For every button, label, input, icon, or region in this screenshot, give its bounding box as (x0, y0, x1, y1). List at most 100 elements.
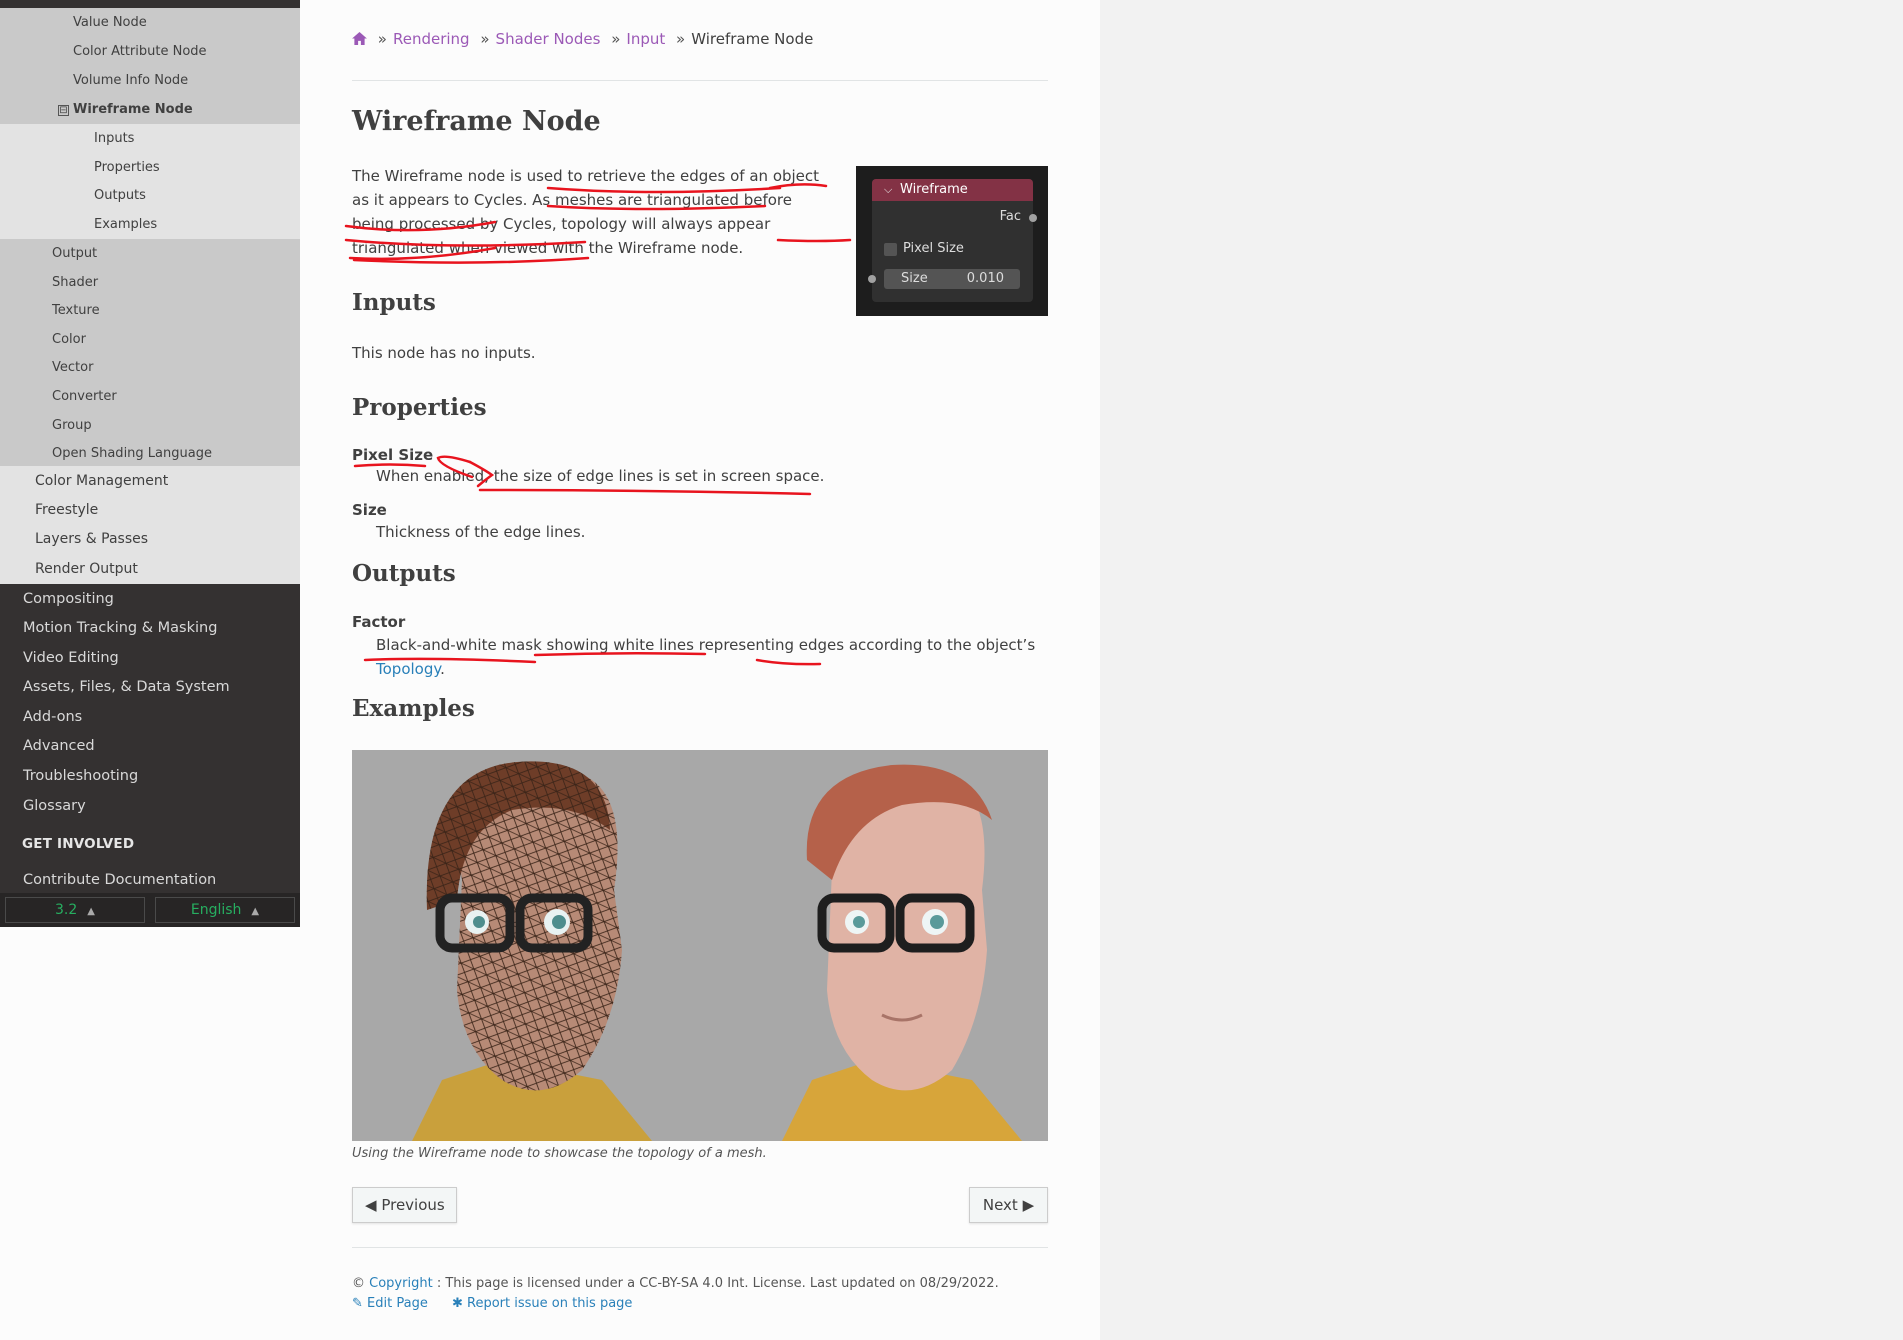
sidebar-item-label: Color Attribute Node (73, 44, 207, 59)
sidebar-item-label: Add-ons (23, 709, 83, 725)
version-select[interactable]: 3.2 ▲ (5, 897, 145, 923)
sidebar-item-label: Color (52, 332, 86, 347)
sidebar-item-layers-passes[interactable]: Layers & Passes (0, 524, 300, 554)
output-desc-end: . (440, 660, 445, 678)
sidebar-item-label: Layers & Passes (35, 531, 149, 547)
breadcrumb: » Rendering » Shader Nodes » Input » Wirefra… (352, 30, 813, 48)
sidebar-item-color-management[interactable]: Color Management (0, 466, 300, 496)
intro-paragraph: The Wireframe node is used to retrieve t… (352, 167, 820, 257)
sidebar-item-label: Vector (52, 360, 94, 375)
breadcrumb-current: Wireframe Node (691, 30, 814, 48)
output-desc-text: Black-and-white mask showing white lines… (376, 636, 1036, 654)
sidebar-item-assets[interactable]: Assets, Files, & Data System (0, 672, 300, 702)
copyright-symbol: © (352, 1276, 365, 1291)
sidebar-item-examples[interactable]: Examples (0, 210, 300, 239)
examples-heading: Examples (352, 695, 475, 722)
node-size-value: 0.010 (966, 271, 1004, 286)
breadcrumb-input[interactable]: Input (626, 30, 665, 48)
sidebar-item-label: Contribute Documentation (23, 872, 217, 888)
edit-icon: ✎ (352, 1296, 363, 1311)
sidebar-item-group[interactable]: Group (0, 411, 300, 440)
language-label: English (190, 902, 242, 918)
node-size-label: Size (901, 271, 928, 286)
home-icon[interactable] (352, 30, 372, 48)
collapse-toggle-icon[interactable]: ⊟ (58, 105, 69, 116)
license-text: : This page is licensed under a CC-BY-SA… (436, 1276, 999, 1291)
sidebar-item-wireframe-node[interactable]: ⊟ Wireframe Node (0, 95, 300, 124)
node-output-label: Fac (999, 209, 1021, 224)
edit-page-link[interactable]: ✎ Edit Page (352, 1296, 428, 1311)
sidebar-item-glossary[interactable]: Glossary (0, 791, 300, 821)
sidebar-item-label: Wireframe Node (73, 102, 193, 117)
footer-license: © Copyright : This page is licensed unde… (352, 1276, 999, 1291)
sidebar-item-motion-tracking[interactable]: Motion Tracking & Masking (0, 613, 300, 643)
breadcrumb-rendering[interactable]: Rendering (393, 30, 470, 48)
sidebar-item-volume-info-node[interactable]: Volume Info Node (0, 66, 300, 95)
sidebar-item-add-ons[interactable]: Add-ons (0, 702, 300, 732)
edit-page-label: Edit Page (367, 1296, 428, 1311)
sidebar-item-color[interactable]: Color (0, 325, 300, 354)
output-term-factor: Factor (352, 613, 406, 631)
sidebar-item-value-node[interactable]: Value Node (0, 8, 300, 37)
sidebar-item-label: Texture (52, 303, 100, 318)
example-render-image (352, 750, 1048, 1141)
sidebar-item-inputs[interactable]: Inputs (0, 124, 300, 153)
sidebar-item-label: Advanced (23, 738, 95, 754)
figure-caption: Using the Wireframe node to showcase the… (352, 1146, 767, 1161)
sidebar-item-label: Freestyle (35, 502, 99, 518)
previous-button[interactable]: ◀ Previous (352, 1187, 457, 1223)
sidebar-item-advanced[interactable]: Advanced (0, 731, 300, 761)
sidebar-item-label: Color Management (35, 473, 169, 489)
sidebar-item-label: Motion Tracking & Masking (23, 620, 218, 636)
right-margin (1100, 0, 1903, 1340)
sidebar-item-vector[interactable]: Vector (0, 353, 300, 382)
sidebar-item-label: Assets, Files, & Data System (23, 679, 230, 695)
sidebar-item-output[interactable]: Output (0, 239, 300, 268)
property-desc-pixel-size: When enabled, the size of edge lines is … (376, 467, 825, 485)
sidebar-item-label: Volume Info Node (73, 73, 189, 88)
page-title: Wireframe Node (352, 106, 601, 137)
sidebar-item-color-attribute-node[interactable]: Color Attribute Node (0, 37, 300, 66)
sidebar-item-label: Inputs (94, 131, 135, 146)
sidebar-item-label: Glossary (23, 798, 86, 814)
inputs-heading: Inputs (352, 289, 436, 316)
bug-icon: ✱ (451, 1296, 463, 1311)
sidebar-item-label: Group (52, 418, 92, 433)
sidebar-item-outputs[interactable]: Outputs (0, 181, 300, 210)
sidebar-item-video-editing[interactable]: Video Editing (0, 643, 300, 673)
sidebar-item-shader[interactable]: Shader (0, 268, 300, 297)
sidebar-item-compositing[interactable]: Compositing (0, 584, 300, 614)
sidebar-item-label: Outputs (94, 188, 146, 203)
sidebar-item-label: Properties (94, 160, 160, 175)
input-socket-icon (868, 275, 876, 283)
sidebar-item-contribute[interactable]: Contribute Documentation (0, 865, 300, 895)
sidebar-item-label: Output (52, 246, 98, 261)
copyright-link[interactable]: Copyright (369, 1276, 433, 1291)
sidebar-item-open-shading-language[interactable]: Open Shading Language (0, 439, 300, 466)
footer-actions: ✎ Edit Page ✱ Report issue on this page (352, 1296, 632, 1311)
breadcrumb-separator: » (480, 30, 490, 48)
sidebar-item-label: Compositing (23, 591, 114, 607)
sidebar-item-converter[interactable]: Converter (0, 382, 300, 411)
sidebar-item-label: Shader (52, 275, 99, 290)
sidebar-item-texture[interactable]: Texture (0, 296, 300, 325)
output-desc-factor: Black-and-white mask showing white lines… (376, 633, 1036, 681)
node-header: ⌵ Wireframe (872, 179, 1033, 201)
sidebar-item-label: Video Editing (23, 650, 119, 666)
sidebar-item-properties[interactable]: Properties (0, 153, 300, 182)
next-button[interactable]: Next ▶ (969, 1187, 1048, 1223)
report-issue-link[interactable]: ✱ Report issue on this page (452, 1296, 632, 1311)
breadcrumb-shader-nodes[interactable]: Shader Nodes (496, 30, 601, 48)
language-select[interactable]: English ▲ (155, 897, 295, 923)
caret-up-icon: ▲ (251, 906, 260, 917)
previous-label: Previous (381, 1196, 445, 1214)
next-label: Next (982, 1196, 1018, 1214)
topology-link[interactable]: Topology (376, 660, 440, 678)
sidebar-item-troubleshooting[interactable]: Troubleshooting (0, 761, 300, 791)
divider (352, 80, 1048, 81)
sidebar-item-render-output[interactable]: Render Output (0, 554, 300, 584)
sidebar-item-freestyle[interactable]: Freestyle (0, 495, 300, 525)
outputs-heading: Outputs (352, 560, 456, 587)
arrow-circle-right-icon: ▶ (1022, 1196, 1035, 1214)
inputs-text: This node has no inputs. (352, 344, 536, 362)
